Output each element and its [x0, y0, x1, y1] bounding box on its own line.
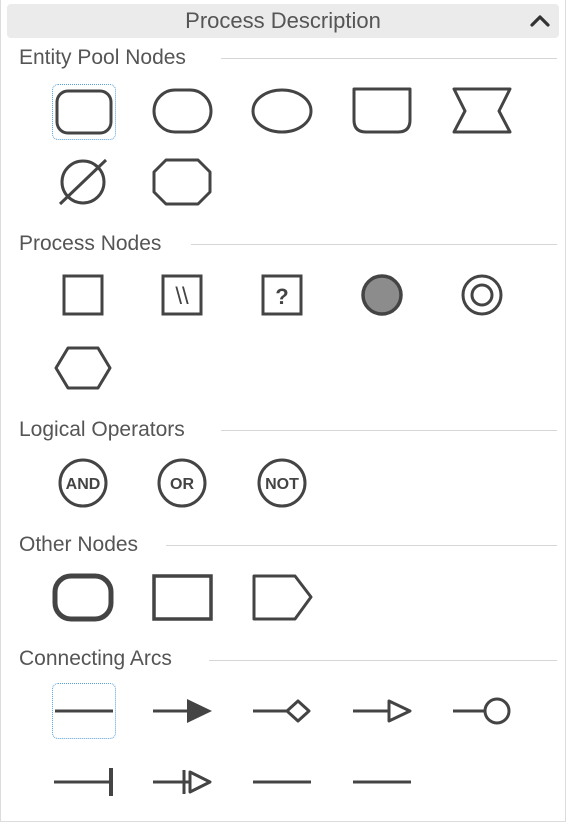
- submap-icon: [152, 574, 213, 621]
- necessary-stimulation-arc-icon: [153, 770, 212, 794]
- not-operator-icon: NOT: [257, 458, 307, 508]
- panel-header[interactable]: Process Description: [7, 4, 559, 38]
- simple-chemical-tool[interactable]: [151, 84, 215, 140]
- source-and-sink-tool[interactable]: [52, 154, 116, 210]
- equivalence-arc-tool[interactable]: [351, 754, 415, 810]
- consumption-arc-icon: [55, 709, 113, 713]
- section-title-entity-pool-nodes: Entity Pool Nodes: [19, 46, 198, 70]
- section-divider: [221, 58, 557, 59]
- consumption-arc-tool[interactable]: [52, 683, 116, 739]
- catalysis-arc-tool[interactable]: [451, 683, 515, 739]
- and-operator-icon: AND: [58, 458, 108, 508]
- dissociation-icon: [461, 274, 503, 316]
- panel-title: Process Description: [185, 8, 381, 33]
- stimulation-arc-icon: [353, 699, 412, 723]
- process-description-panel: Process Description Entity Pool Nodes Pr…: [0, 0, 566, 822]
- inhibition-arc-tool[interactable]: [52, 754, 116, 810]
- and-operator-tool[interactable]: AND: [52, 455, 116, 511]
- stimulation-arc-tool[interactable]: [351, 683, 415, 739]
- compartment-tool[interactable]: [52, 570, 116, 626]
- modulation-arc-icon: [253, 699, 311, 723]
- compartment-icon: [52, 573, 114, 622]
- section-divider: [166, 545, 557, 546]
- section-title-other-nodes: Other Nodes: [19, 533, 151, 557]
- or-operator-icon: OR: [157, 458, 207, 508]
- section-title-logical-operators: Logical Operators: [19, 418, 197, 442]
- dissociation-tool[interactable]: [451, 268, 515, 324]
- source-and-sink-icon: [58, 158, 108, 206]
- association-tool[interactable]: [351, 268, 415, 324]
- perturbing-agent-tool[interactable]: [451, 84, 515, 140]
- svg-text:\\: \\: [175, 283, 189, 310]
- logic-arc-tool[interactable]: [251, 754, 315, 810]
- not-operator-tool[interactable]: NOT: [251, 455, 315, 511]
- chevron-up-icon[interactable]: [527, 8, 553, 34]
- equivalence-arc-icon: [353, 780, 411, 784]
- omitted-process-icon: \\: [161, 274, 203, 316]
- unspecified-entity-icon: [251, 88, 313, 134]
- section-divider: [191, 244, 557, 245]
- tag-icon: [252, 574, 313, 621]
- production-arc-icon: [153, 699, 212, 723]
- omitted-process-tool[interactable]: \\: [151, 268, 215, 324]
- nucleic-acid-feature-tool[interactable]: [351, 84, 415, 140]
- phenotype-icon: [54, 346, 112, 390]
- complex-tool[interactable]: [151, 154, 215, 210]
- modulation-arc-tool[interactable]: [251, 683, 315, 739]
- svg-text:OR: OR: [170, 476, 194, 493]
- section-title-connecting-arcs: Connecting Arcs: [19, 647, 184, 671]
- macromolecule-tool[interactable]: [52, 84, 116, 140]
- submap-tool[interactable]: [151, 570, 215, 626]
- nucleic-acid-feature-icon: [352, 87, 412, 134]
- necessary-stimulation-arc-tool[interactable]: [151, 754, 215, 810]
- process-icon: [62, 274, 104, 316]
- section-divider: [209, 660, 557, 661]
- svg-text:NOT: NOT: [265, 476, 299, 493]
- unspecified-entity-tool[interactable]: [251, 84, 315, 140]
- catalysis-arc-icon: [453, 697, 511, 725]
- simple-chemical-icon: [152, 88, 213, 134]
- complex-icon: [152, 158, 212, 206]
- macromolecule-icon: [55, 89, 113, 135]
- process-tool[interactable]: [52, 268, 116, 324]
- tag-tool[interactable]: [251, 570, 315, 626]
- perturbing-agent-icon: [452, 87, 512, 134]
- phenotype-tool[interactable]: [52, 340, 116, 396]
- or-operator-tool[interactable]: OR: [151, 455, 215, 511]
- inhibition-arc-icon: [54, 768, 113, 796]
- section-divider: [221, 430, 557, 431]
- association-icon: [361, 274, 403, 316]
- section-title-process-nodes: Process Nodes: [19, 232, 174, 256]
- uncertain-process-icon: ?: [261, 274, 303, 316]
- production-arc-tool[interactable]: [151, 683, 215, 739]
- uncertain-process-tool[interactable]: ?: [251, 268, 315, 324]
- logic-arc-icon: [253, 780, 311, 784]
- svg-text:?: ?: [275, 284, 288, 309]
- svg-text:AND: AND: [66, 476, 101, 493]
